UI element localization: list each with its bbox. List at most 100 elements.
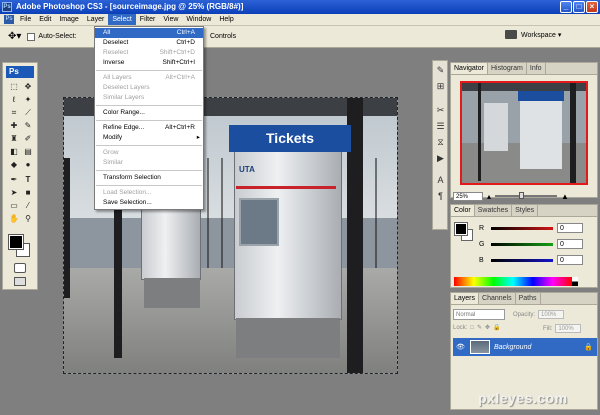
blur-tool-icon[interactable]: ◆ <box>8 160 20 170</box>
menu-item-refine-edge[interactable]: Refine Edge... Alt+Ctrl+R <box>95 123 203 133</box>
green-slider[interactable] <box>491 242 553 246</box>
healing-brush-icon[interactable]: ✚ <box>8 121 20 131</box>
slice-tool-icon[interactable]: ⟋ <box>22 108 34 118</box>
zoom-in-icon[interactable]: ▲ <box>561 192 569 201</box>
menu-select[interactable]: Select <box>108 14 136 25</box>
fill-field[interactable]: 100% <box>555 324 582 333</box>
hand-tool-icon[interactable]: ✋ <box>8 214 20 224</box>
tool-presets-icon[interactable]: ⊞ <box>435 81 446 92</box>
menu-item-deselect[interactable]: Deselect Ctrl+D <box>95 38 203 48</box>
lock-all-icon[interactable]: 🔒 <box>493 324 500 331</box>
tab-channels[interactable]: Channels <box>479 293 516 304</box>
path-selection-icon[interactable]: ➤ <box>8 188 20 198</box>
auto-select-option[interactable]: Auto-Select: <box>27 32 77 41</box>
layer-comps-icon[interactable]: ☰ <box>435 121 446 132</box>
blue-value-field[interactable]: 0 <box>557 255 583 265</box>
menu-item-inverse[interactable]: Inverse Shift+Ctrl+I <box>95 58 203 68</box>
eyedropper-icon[interactable]: ⁄ <box>22 201 34 211</box>
black-white-ramp[interactable] <box>572 277 578 286</box>
workspace-menu[interactable]: Workspace ▾ <box>505 30 561 39</box>
document-icon[interactable]: Ps <box>4 15 14 24</box>
photoshop-app-icon: Ps <box>2 2 12 12</box>
type-tool-icon[interactable]: T <box>22 175 34 185</box>
quick-mask-icon[interactable] <box>14 263 26 273</box>
zoom-slider-thumb[interactable] <box>519 192 525 199</box>
shape-tool-icon[interactable]: ■ <box>22 188 34 198</box>
lock-pixels-icon[interactable]: ✎ <box>477 324 482 331</box>
color-row-green: G 0 <box>479 239 583 249</box>
paragraph-panel-icon[interactable]: ¶ <box>435 191 446 202</box>
foreground-color-swatch[interactable] <box>8 234 24 250</box>
clone-stamp-icon[interactable]: ♜ <box>8 134 20 144</box>
layer-row-background[interactable]: 👁 Background 🔒 <box>453 338 597 356</box>
window-controls: _ □ × <box>560 1 598 13</box>
red-slider[interactable] <box>491 226 553 230</box>
gradient-tool-icon[interactable]: ▤ <box>22 147 34 157</box>
menu-layer[interactable]: Layer <box>83 14 109 25</box>
pen-tool-icon[interactable]: ✒ <box>8 175 20 185</box>
lasso-tool-icon[interactable]: ℓ <box>8 95 20 105</box>
screen-mode-icon[interactable] <box>14 277 26 286</box>
red-value-field[interactable]: 0 <box>557 223 583 233</box>
actions-icon[interactable]: ▶ <box>435 153 446 164</box>
character-panel-icon[interactable]: A <box>435 175 446 186</box>
menu-filter[interactable]: Filter <box>136 14 160 25</box>
menu-image[interactable]: Image <box>55 14 82 25</box>
blend-mode-select[interactable]: Normal <box>453 309 505 320</box>
zoom-level-field[interactable]: 25% <box>453 191 483 201</box>
tab-styles[interactable]: Styles <box>512 205 539 216</box>
zoom-tool-icon[interactable]: ⚲ <box>22 214 34 224</box>
tab-navigator[interactable]: Navigator <box>451 63 488 74</box>
eraser-tool-icon[interactable]: ◧ <box>8 147 20 157</box>
crop-tool-icon[interactable]: ⌗ <box>8 108 20 118</box>
color-spectrum-ramp[interactable] <box>454 277 572 286</box>
brush-tool-icon[interactable]: ✎ <box>22 121 34 131</box>
menu-file[interactable]: File <box>16 14 35 25</box>
tab-histogram[interactable]: Histogram <box>488 63 527 74</box>
visibility-eye-icon[interactable]: 👁 <box>456 343 466 351</box>
marquee-tool-icon[interactable]: ⬚ <box>8 82 20 92</box>
menu-item-transform-selection[interactable]: Transform Selection <box>95 173 203 183</box>
notes-tool-icon[interactable]: ▭ <box>8 201 20 211</box>
history-icon[interactable]: ⧖ <box>435 137 446 148</box>
clone-source-icon[interactable]: ✂ <box>435 105 446 116</box>
photo-pillar-edge <box>64 158 70 298</box>
auto-select-checkbox[interactable] <box>27 32 36 41</box>
menu-view[interactable]: View <box>159 14 182 25</box>
move-tool-icon[interactable]: ✥▾ <box>8 31 21 42</box>
magic-wand-icon[interactable]: ✦ <box>22 95 34 105</box>
zoom-slider[interactable] <box>495 192 558 199</box>
zoom-out-icon[interactable]: ▴ <box>487 192 491 201</box>
tab-color[interactable]: Color <box>451 205 475 216</box>
menu-window[interactable]: Window <box>182 14 215 25</box>
blue-slider[interactable] <box>491 258 553 262</box>
green-value-field[interactable]: 0 <box>557 239 583 249</box>
maximize-button[interactable]: □ <box>573 1 585 13</box>
history-brush-icon[interactable]: ✐ <box>22 134 34 144</box>
tab-swatches[interactable]: Swatches <box>475 205 513 216</box>
menu-help[interactable]: Help <box>215 14 237 25</box>
tab-paths[interactable]: Paths <box>516 293 541 304</box>
menu-item-color-range[interactable]: Color Range... <box>95 108 203 118</box>
color-tabs: Color Swatches Styles <box>451 205 597 217</box>
brushes-panel-icon[interactable]: ✎ <box>435 65 446 76</box>
navigator-panel: Navigator Histogram Info 25% ▴ ▲ <box>450 62 598 201</box>
tab-layers[interactable]: Layers <box>451 293 480 304</box>
transform-controls-label[interactable]: Controls <box>210 33 236 40</box>
menu-item-all[interactable]: All Ctrl+A <box>95 28 203 38</box>
menu-item-modify[interactable]: Modify <box>95 133 203 143</box>
menu-item-save-selection[interactable]: Save Selection... <box>95 198 203 208</box>
color-foreground-swatch[interactable] <box>454 222 468 236</box>
navigator-view-box[interactable] <box>460 81 588 185</box>
workspace-label[interactable]: Workspace ▾ <box>521 31 561 39</box>
dodge-tool-icon[interactable]: ● <box>22 160 34 170</box>
menu-edit[interactable]: Edit <box>35 14 55 25</box>
blue-channel-label: B <box>479 256 484 264</box>
lock-position-icon[interactable]: ✥ <box>485 324 490 331</box>
move-tool-icon[interactable]: ✥ <box>22 82 34 92</box>
opacity-field[interactable]: 100% <box>538 310 565 319</box>
lock-transparency-icon[interactable]: □ <box>470 325 474 331</box>
tab-info[interactable]: Info <box>527 63 546 74</box>
close-button[interactable]: × <box>586 1 598 13</box>
minimize-button[interactable]: _ <box>560 1 572 13</box>
